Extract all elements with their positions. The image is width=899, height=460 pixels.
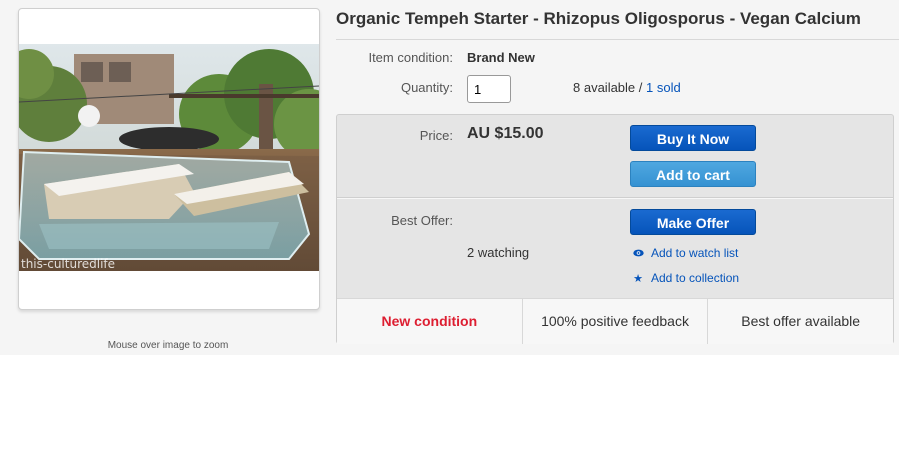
price-value: AU $15.00 [467, 125, 544, 142]
image-watermark: this-culturedlife [21, 257, 115, 271]
best-offer-label: Best Offer: [391, 213, 453, 228]
quantity-input[interactable] [467, 75, 511, 103]
add-to-collection-link[interactable]: ★ Add to collection [632, 271, 739, 285]
item-condition-value: Brand New [467, 50, 535, 65]
positive-feedback-badge: 100% positive feedback [523, 299, 709, 344]
item-condition-label: Item condition: [368, 50, 453, 65]
collection-label: Add to collection [651, 271, 740, 285]
watch-list-label: Add to watch list [651, 246, 739, 260]
add-to-cart-button[interactable]: Add to cart [630, 161, 756, 187]
quantity-label: Quantity: [400, 80, 453, 95]
make-offer-button[interactable]: Make Offer [630, 209, 756, 235]
add-to-watch-list-link[interactable]: Add to watch list [632, 246, 738, 260]
listing-title: Organic Tempeh Starter - Rhizopus Oligos… [336, 9, 861, 28]
panel-divider-highlight [337, 198, 893, 199]
sold-count-link[interactable]: 1 sold [646, 80, 681, 95]
new-condition-badge: New condition [337, 299, 523, 344]
buy-it-now-button[interactable]: Buy It Now [630, 125, 756, 151]
title-divider [336, 39, 899, 40]
best-offer-badge: Best offer available [741, 313, 861, 329]
zoom-hint-text: Mouse over image to zoom [107, 340, 229, 351]
available-count: 8 available / [573, 80, 646, 95]
star-icon: ★ [633, 273, 643, 285]
product-image-frame[interactable]: this-culturedlife [18, 8, 320, 310]
eye-icon [632, 248, 644, 260]
availability-text: 8 available / 1 sold [573, 80, 681, 95]
price-label: Price: [419, 128, 453, 143]
highlights-bar: New condition 100% positive feedback Bes… [337, 298, 893, 344]
watching-count: 2 watching [467, 245, 530, 260]
product-photo[interactable]: this-culturedlife [19, 44, 319, 271]
